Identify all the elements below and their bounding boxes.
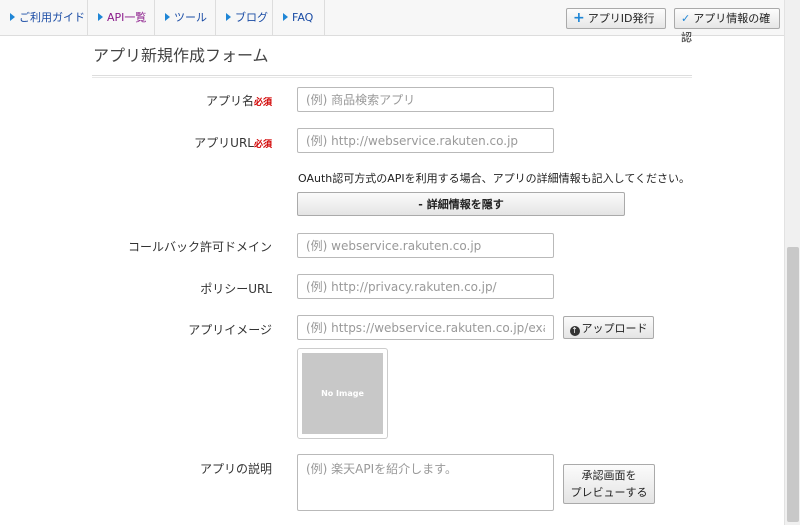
nav-item-api-list[interactable]: API一覧: [88, 0, 155, 36]
app-image-label: アプリイメージ: [188, 323, 272, 337]
nav-item-blog[interactable]: ブログ: [216, 0, 273, 36]
app-url-label: アプリURL必須: [194, 134, 272, 151]
preview-button-line1: 承認画面を: [581, 469, 637, 482]
nav-label: ブログ: [235, 11, 268, 24]
nav-label: API一覧: [107, 11, 147, 24]
issue-app-id-label: アプリID発行: [587, 12, 655, 25]
app-url-label-text: アプリURL: [194, 136, 254, 150]
triangle-right-icon: [226, 13, 231, 21]
page-title: アプリ新規作成フォーム: [93, 46, 269, 65]
oauth-note: OAuth認可方式のAPIを利用する場合、アプリの詳細情報も記入してください。: [298, 172, 690, 185]
triangle-right-icon: [283, 13, 288, 21]
confirm-app-info-label: アプリ情報の確認: [681, 12, 771, 44]
callback-domain-input[interactable]: [297, 233, 554, 258]
toggle-details-button[interactable]: - 詳細情報を隠す: [297, 192, 625, 216]
triangle-right-icon: [10, 13, 15, 21]
preview-button-line2: プレビューする: [570, 486, 648, 499]
app-name-input[interactable]: [297, 87, 554, 112]
triangle-right-icon: [98, 13, 103, 21]
upload-label: アップロード: [581, 321, 648, 335]
nav-label: ご利用ガイド: [19, 11, 85, 24]
preview-approval-button[interactable]: 承認画面を プレビューする: [563, 464, 655, 504]
issue-app-id-button[interactable]: + アプリID発行: [566, 8, 666, 29]
app-description-textarea[interactable]: [297, 454, 554, 511]
nav-item-faq[interactable]: FAQ: [273, 0, 325, 36]
top-nav: ご利用ガイド API一覧 ツール ブログ FAQ + アプリID発行 ✓ アプリ情報…: [0, 0, 784, 44]
policy-url-input[interactable]: [297, 274, 554, 299]
policy-url-label: ポリシーURL: [200, 282, 272, 296]
scrollbar-thumb[interactable]: [787, 247, 799, 522]
required-mark: 必須: [253, 140, 272, 150]
nav-label: FAQ: [292, 11, 314, 24]
divider: [92, 75, 692, 78]
app-description-label: アプリの説明: [199, 462, 272, 476]
triangle-right-icon: [165, 13, 170, 21]
app-url-input[interactable]: [297, 128, 554, 153]
no-image-placeholder: No Image: [302, 353, 383, 434]
confirm-app-info-button[interactable]: ✓ アプリ情報の確認: [674, 8, 780, 44]
app-image-url-input[interactable]: [297, 315, 554, 340]
app-name-label-text: アプリ名: [205, 94, 254, 108]
upload-icon: ↑: [569, 325, 580, 336]
nav-label: ツール: [174, 11, 207, 24]
check-icon: ✓: [681, 12, 691, 25]
nav-item-guide[interactable]: ご利用ガイド: [0, 0, 88, 36]
required-mark: 必須: [253, 98, 272, 108]
nav-item-tools[interactable]: ツール: [155, 0, 216, 36]
app-image-preview: No Image: [297, 348, 388, 439]
upload-button[interactable]: ↑ アップロード: [563, 316, 654, 339]
vertical-scrollbar[interactable]: [784, 0, 800, 525]
plus-icon: +: [573, 10, 585, 26]
callback-domain-label: コールバック許可ドメイン: [127, 240, 272, 254]
app-name-label: アプリ名必須: [206, 92, 272, 109]
